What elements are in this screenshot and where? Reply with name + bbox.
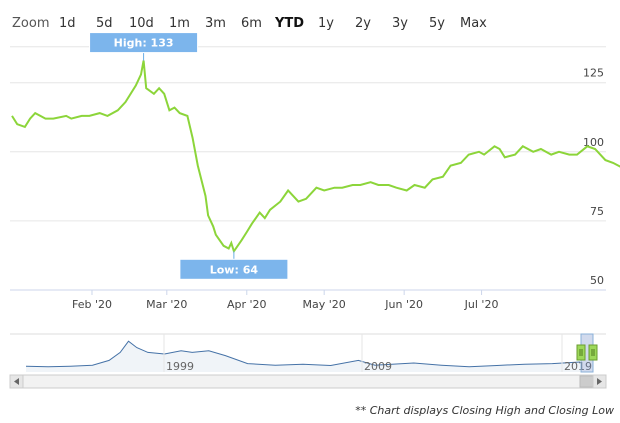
grid-lines [10,46,606,291]
stock-chart: Feb '20 Mar '20 Apr '20 May '20 Jun '20 Jul '… [9,32,620,389]
x-tick-label: Feb '20 [72,298,112,311]
navigator-handle-right[interactable] [588,344,598,361]
low-annotation-label: Low: 64 [210,263,259,276]
y-tick-label: 50 [590,274,604,287]
y-axis: 5075100125 [583,67,604,287]
navigator-handle-left[interactable] [576,344,586,361]
scrollbar-track[interactable] [9,374,607,389]
navigator-area [26,341,580,372]
y-tick-label: 125 [583,67,604,80]
high-annotation-label: High: 133 [114,37,174,50]
x-tick-label: Jun '20 [384,298,423,311]
navigator-year-label: 2009 [364,360,392,373]
x-tick-label: Mar '20 [146,298,187,311]
price-line [11,60,620,254]
footnote: ** Chart displays Closing High and Closi… [355,404,614,417]
navigator[interactable]: 1999 2009 2019 [9,333,607,389]
x-tick-label: Jul '20 [464,298,499,311]
x-tick-label: Apr '20 [227,298,267,311]
scrollbar-thumb[interactable] [579,375,594,388]
annotations: High: 133 Low: 64 [89,32,289,280]
x-tick-label: May '20 [303,298,346,311]
navigator-year-label: 1999 [166,360,194,373]
x-axis: Feb '20 Mar '20 Apr '20 May '20 Jun '20 Jul '… [10,289,606,311]
y-tick-label: 75 [590,205,604,218]
